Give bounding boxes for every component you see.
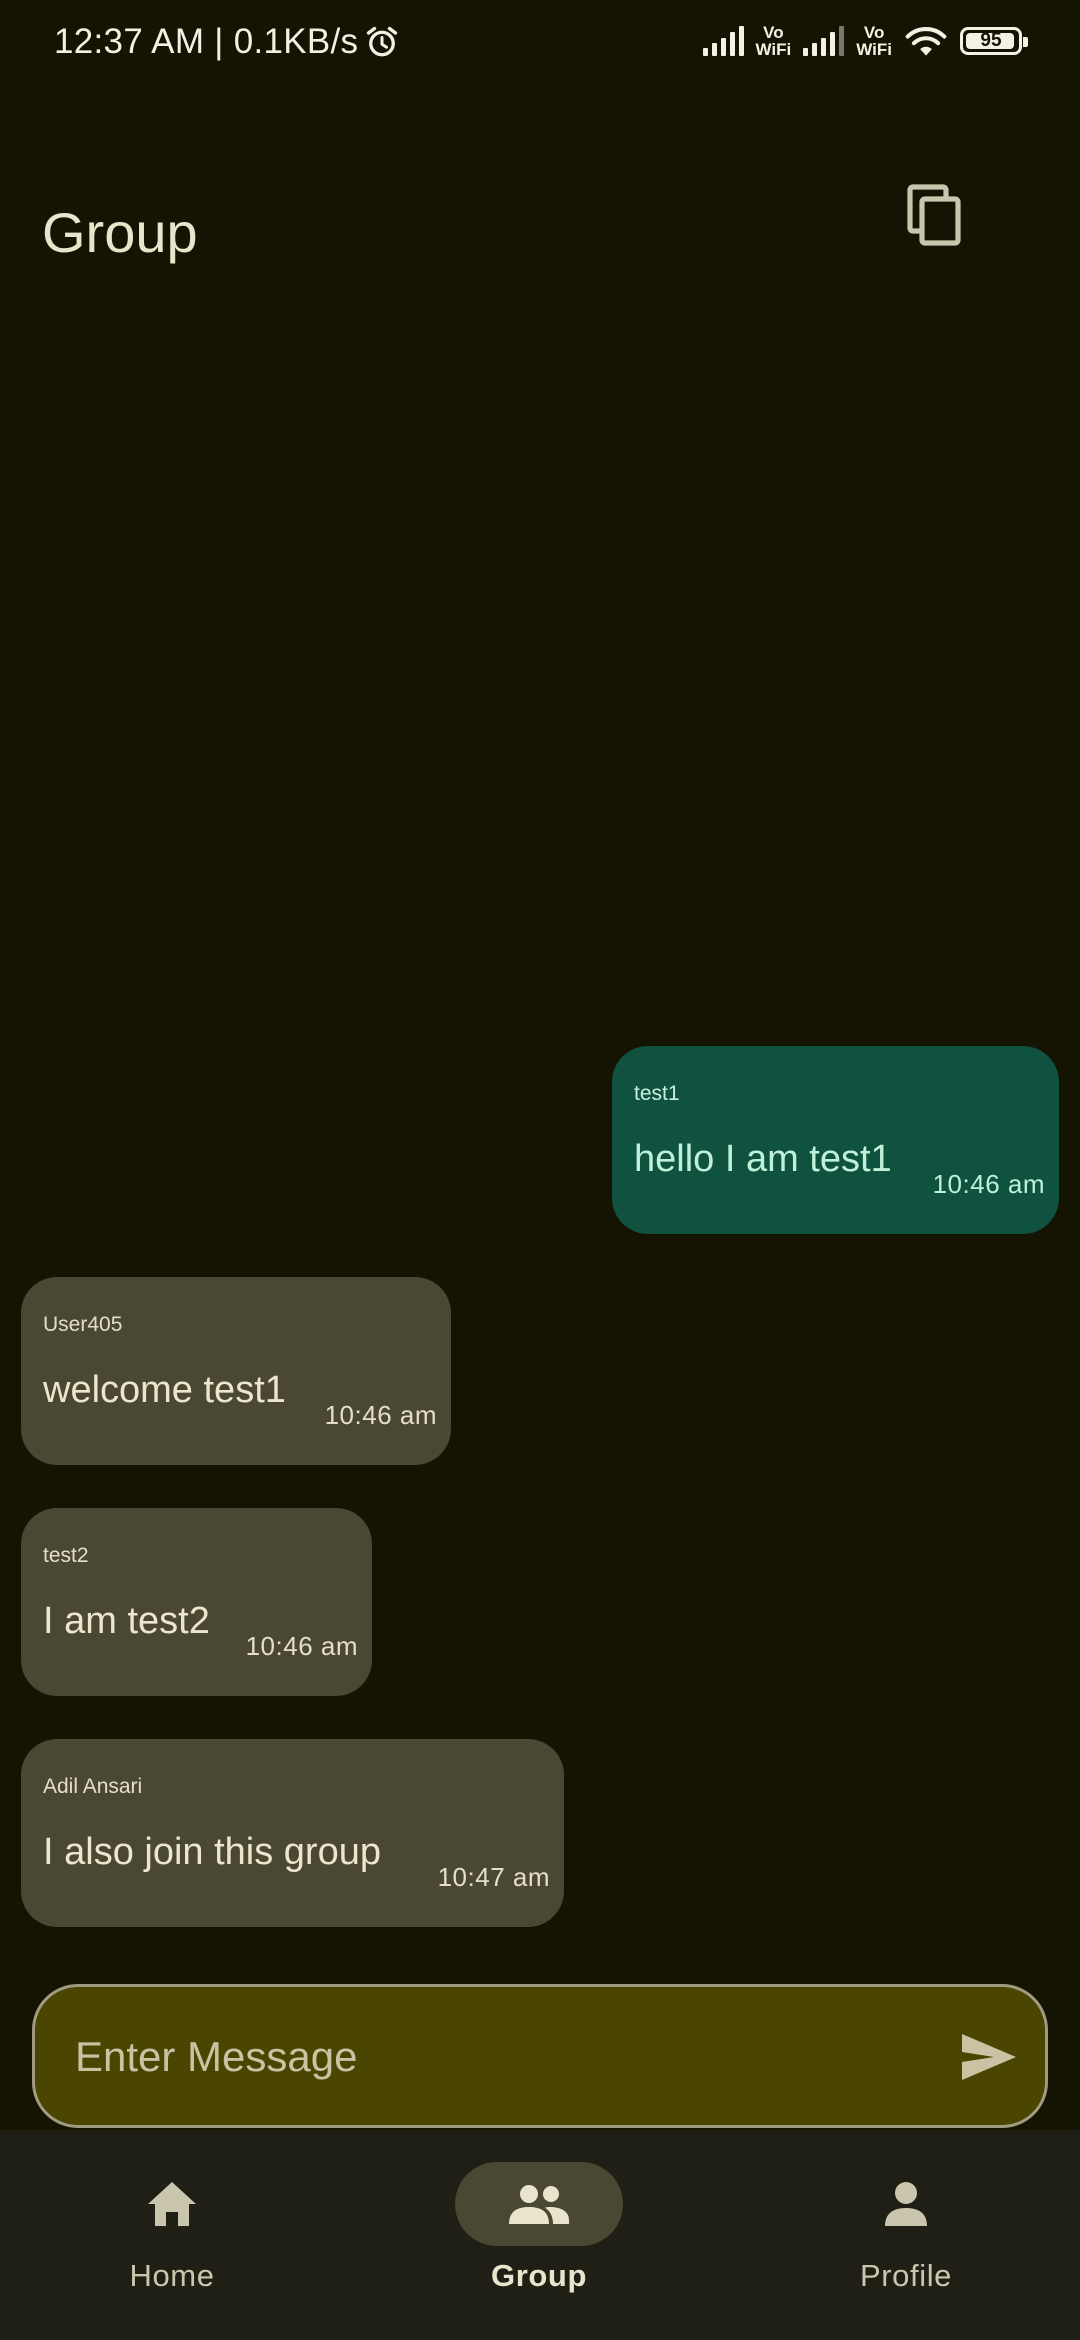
message-text: hello I am test1 [634, 1138, 892, 1180]
message-sender: Adil Ansari [43, 1775, 143, 1798]
message-composer [32, 1984, 1048, 2128]
nav-icon-container [822, 2162, 990, 2246]
status-time: 12:37 AM [54, 22, 205, 61]
page-title: Group [42, 201, 198, 264]
message-sender: User405 [43, 1313, 123, 1336]
group-icon [509, 2185, 569, 2224]
message-text: I also join this group [43, 1831, 381, 1873]
wifi-label: WiFi [856, 40, 892, 59]
status-right: Vo WiFi Vo WiFi 95 [702, 24, 1028, 58]
status-left: 12:37 AM | 0.1KB/s [54, 22, 400, 62]
vowifi-indicator: Vo WiFi [856, 24, 892, 58]
message-bubble[interactable]: User405 welcome test1 10:46 am [21, 1277, 451, 1465]
nav-icon-container [455, 2162, 623, 2246]
message-time: 10:46 am [324, 1400, 437, 1430]
message-input[interactable] [73, 1987, 937, 2127]
nav-item-home[interactable]: Home [62, 2162, 282, 2322]
network-speed: 0.1KB/s [233, 22, 359, 61]
send-button[interactable] [959, 2031, 1019, 2083]
nav-item-group[interactable]: Group [429, 2162, 649, 2322]
battery-level: 95 [980, 30, 1002, 51]
nav-label: Profile [859, 2258, 953, 2293]
nav-label: Home [129, 2258, 215, 2293]
wifi-label: WiFi [755, 40, 792, 59]
status-bar: 12:37 AM | 0.1KB/s Vo WiFi Vo WiFi 95 [0, 0, 1080, 92]
signal-strength-icon [803, 26, 845, 56]
message-bubble[interactable]: test2 I am test2 10:46 am [21, 1508, 372, 1696]
alarm-icon [367, 26, 398, 57]
message-time: 10:47 am [437, 1862, 550, 1892]
profile-icon [885, 2182, 927, 2226]
bottom-navigation: Home Group Profile [0, 2130, 1080, 2340]
message-bubble-own[interactable]: test1 hello I am test1 10:46 am [612, 1046, 1059, 1234]
message-bubble[interactable]: Adil Ansari I also join this group 10:47… [21, 1739, 564, 1927]
signal-strength-icon [702, 26, 744, 56]
message-time: 10:46 am [245, 1631, 358, 1661]
send-icon [962, 2034, 1016, 2080]
vowifi-indicator: Vo WiFi [756, 24, 792, 58]
copy-button[interactable] [900, 180, 972, 252]
nav-label: Group [491, 2258, 587, 2293]
home-icon [148, 2182, 196, 2226]
message-text: welcome test1 [43, 1369, 286, 1411]
message-time: 10:46 am [932, 1169, 1045, 1199]
message-text: I am test2 [43, 1600, 210, 1642]
message-sender: test1 [634, 1082, 680, 1105]
nav-icon-container [88, 2162, 256, 2246]
vowifi-label: Vo [763, 23, 784, 42]
vowifi-label: Vo [863, 23, 885, 42]
battery-icon: 95 [960, 27, 1028, 55]
nav-item-profile[interactable]: Profile [796, 2162, 1016, 2322]
wifi-icon [905, 27, 947, 56]
message-sender: test2 [43, 1544, 89, 1567]
copy-icon [907, 184, 961, 246]
status-separator: | [214, 22, 224, 61]
